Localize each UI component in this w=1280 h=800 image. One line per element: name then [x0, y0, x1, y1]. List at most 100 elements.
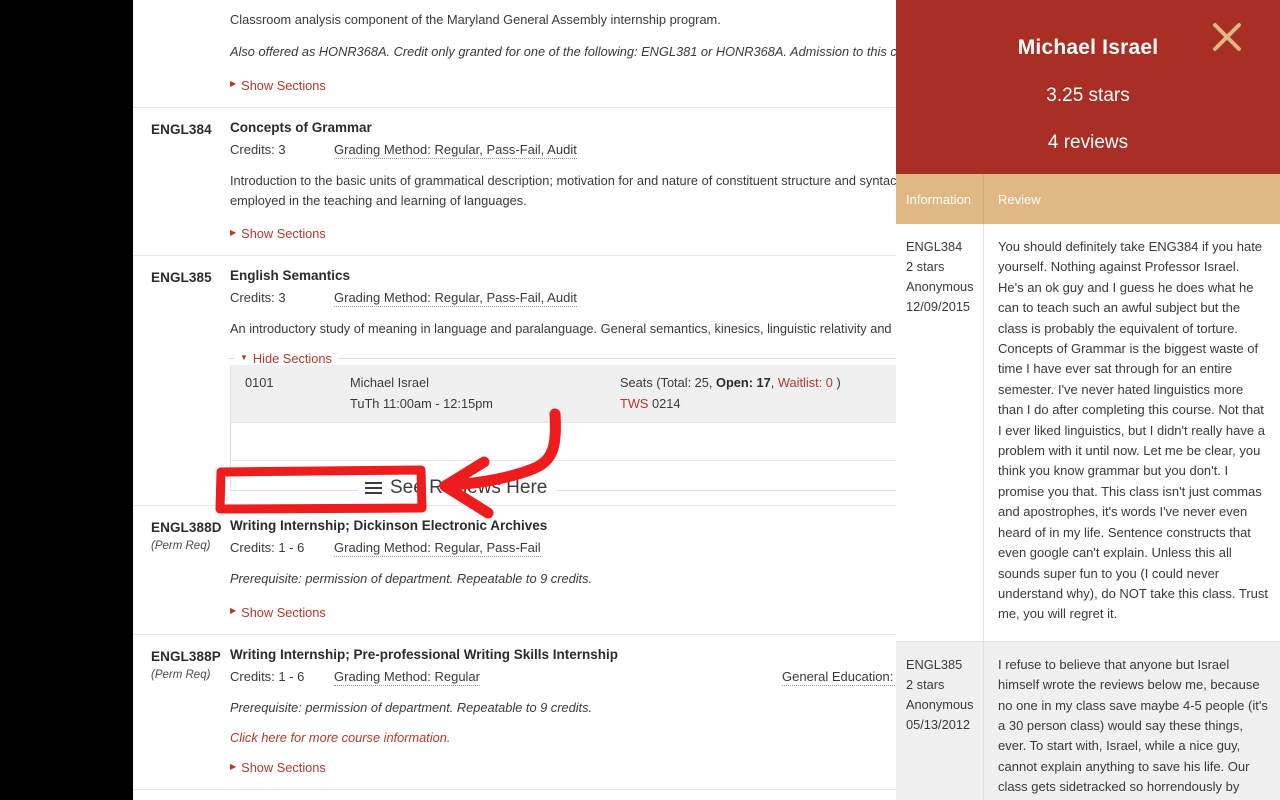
show-sections-label: Show Sections	[241, 604, 326, 620]
course-credits: Credits: 1 - 6	[230, 668, 305, 684]
course-row[interactable]: ENGL388P (Perm Req) Writing Internship; …	[133, 635, 896, 790]
caret-down-icon: ▼	[240, 352, 248, 362]
course-body: Concepts of Grammar Credits: 3 Grading M…	[230, 120, 896, 242]
course-prerequisite: Prerequisite: permission of department. …	[230, 571, 593, 586]
course-meta-row: Credits: 3 Grading Method: Regular, Pass…	[230, 142, 896, 159]
course-body: Writing Internship; Dickinson Electronic…	[230, 518, 896, 620]
review-date: 12/09/2015	[906, 299, 971, 314]
legend-rule-left	[228, 358, 234, 359]
course-title: Writing Internship; Pre-professional Wri…	[230, 646, 619, 662]
course-code: ENGL384	[151, 121, 212, 137]
sections-box: 0101 Michael Israel TuTh 11:00am - 12:15…	[230, 365, 896, 491]
course-meta-row: Credits: 1 - 6 Grading Method: Regular G…	[230, 669, 896, 686]
seats-prefix: Seats (Total: 25,	[620, 375, 717, 390]
course-row[interactable]: ENGL385 English Semantics Credits: 3 Gra…	[133, 256, 896, 506]
show-sections-label: Show Sections	[241, 760, 326, 775]
course-title: Writing Internship; Dickinson Electronic…	[230, 518, 548, 533]
general-education[interactable]: General Education: I	[782, 669, 896, 686]
left-black-gutter	[0, 0, 133, 800]
professor-review-count: 4 reviews	[1047, 132, 1129, 153]
section-instructor-meeting: Michael Israel TuTh 11:00am - 12:15pm	[350, 375, 620, 411]
seats-line: Seats (Total: 25, Open: 17, Waitlist: 0 …	[620, 375, 896, 390]
caret-right-icon: ▶	[230, 761, 237, 771]
section-number: 0101	[245, 375, 274, 390]
grading-method-label: Grading Method	[334, 141, 428, 157]
grading-method-label: Grading Method	[334, 668, 428, 684]
close-icon[interactable]	[1210, 20, 1244, 54]
professor-review-panel[interactable]: Michael Israel 3.25 stars 4 reviews Info…	[896, 0, 1280, 800]
caret-right-icon: ▶	[230, 227, 237, 237]
professor-rating: 3.25 stars	[1046, 85, 1130, 106]
course-credits: Credits: 3	[230, 290, 286, 305]
review-stars: 2 stars	[906, 676, 945, 692]
show-sections-toggle[interactable]: ▶ Show Sections	[230, 605, 326, 620]
course-id-column: ENGL388D (Perm Req)	[133, 518, 230, 620]
seats-waitlist: Waitlist: 0	[777, 375, 833, 390]
review-panel-header: Michael Israel 3.25 stars 4 reviews	[896, 0, 1280, 174]
course-row[interactable]: ENGL384 Concepts of Grammar Credits: 3 G…	[133, 108, 896, 256]
course-body: English Semantics Credits: 3 Grading Met…	[228, 268, 896, 491]
course-credits: Credits: 3	[230, 141, 286, 157]
caret-right-icon: ▶	[230, 79, 237, 88]
room-number: 0214	[652, 396, 681, 411]
show-sections-toggle[interactable]: ▶ Show Sections	[230, 78, 326, 93]
section-instructor[interactable]: Michael Israel	[350, 375, 620, 390]
course-list: Classroom analysis component of the Mary…	[133, 0, 896, 790]
show-sections-toggle[interactable]: ▶ Show Sections	[230, 760, 326, 775]
course-id-column	[133, 10, 230, 93]
course-meta-row: Credits: 3 Grading Method: Regular, Pass…	[230, 290, 896, 307]
course-title: English Semantics	[230, 268, 351, 283]
section-row[interactable]: 0101 Michael Israel TuTh 11:00am - 12:15…	[231, 365, 896, 422]
grading-method[interactable]: Grading Method: Regular, Pass-Fail	[334, 540, 541, 557]
sections-footer-row	[231, 422, 896, 460]
course-code: ENGL388D	[151, 520, 222, 535]
building-code[interactable]: TWS	[620, 396, 648, 411]
course-row[interactable]: ENGL388D (Perm Req) Writing Internship; …	[133, 506, 896, 635]
grading-method-values: Regular, Pass-Fail, Audit	[434, 141, 577, 157]
grading-method[interactable]: Grading Method: Regular, Pass-Fail, Audi…	[334, 142, 577, 159]
course-catalog-panel[interactable]: Classroom analysis component of the Mary…	[133, 0, 896, 800]
course-code: ENGL388P	[151, 648, 221, 664]
sections-legend-row: ▼ Hide Sections	[228, 351, 896, 366]
grading-method-label: Grading Method	[334, 290, 428, 305]
hide-sections-toggle[interactable]: ▼ Hide Sections	[240, 351, 332, 366]
course-body: Writing Internship; Pre-professional Wri…	[230, 646, 896, 775]
course-prerequisite: Prerequisite: permission of department. …	[230, 699, 593, 715]
review-info-cell: ENGL385 2 stars Anonymous 05/13/2012	[896, 641, 984, 800]
course-code: ENGL385	[151, 270, 212, 285]
review-course-code: ENGL385	[906, 656, 963, 672]
see-reviews-here-button[interactable]: See Reviews Here	[358, 474, 557, 504]
grading-method-values: Regular	[434, 668, 480, 684]
column-header-review: Review	[998, 191, 1041, 207]
course-note: Also offered as HONR368A. Credit only gr…	[230, 42, 896, 62]
course-id-column: ENGL385	[133, 268, 230, 491]
show-sections-toggle[interactable]: ▶ Show Sections	[230, 226, 326, 241]
course-credits: Credits: 1 - 6	[230, 540, 305, 555]
grading-method[interactable]: Grading Method: Regular, Pass-Fail, Audi…	[334, 290, 577, 307]
course-description: Introduction to the basic units of gramm…	[230, 172, 896, 208]
more-course-information-link[interactable]: Click here for more course information.	[230, 730, 896, 745]
show-sections-label: Show Sections	[241, 77, 326, 93]
gened-label: General Education	[782, 668, 890, 684]
app-root: Classroom analysis component of the Mary…	[0, 0, 1280, 800]
course-id-column: ENGL384	[133, 120, 230, 242]
professor-name: Michael Israel	[1017, 36, 1159, 59]
review-list[interactable]: ENGL384 2 stars Anonymous 12/09/2015 You…	[896, 224, 1280, 800]
section-location: TWS 0214	[620, 396, 896, 411]
review-row: ENGL384 2 stars Anonymous 12/09/2015 You…	[896, 224, 1280, 642]
course-id-column: ENGL388P (Perm Req)	[133, 647, 230, 776]
review-author: Anonymous	[906, 696, 974, 712]
grading-method-values: Regular, Pass-Fail, Audit	[434, 290, 577, 305]
review-date: 05/13/2012	[906, 716, 971, 732]
legend-rule-right	[337, 358, 896, 359]
grading-method[interactable]: Grading Method: Regular	[334, 669, 480, 686]
course-description: An introductory study of meaning in lang…	[230, 321, 896, 336]
perm-req-badge: (Perm Req)	[151, 540, 211, 552]
review-stars: 2 stars	[906, 259, 945, 274]
seats-sep: ,	[770, 375, 778, 390]
course-description: Classroom analysis component of the Mary…	[230, 12, 721, 27]
hamburger-icon	[365, 479, 382, 497]
grading-method-values: Regular, Pass-Fail	[434, 540, 541, 555]
course-row[interactable]: Classroom analysis component of the Mary…	[133, 0, 896, 108]
review-text: I refuse to believe that anyone but Isra…	[998, 656, 1268, 800]
